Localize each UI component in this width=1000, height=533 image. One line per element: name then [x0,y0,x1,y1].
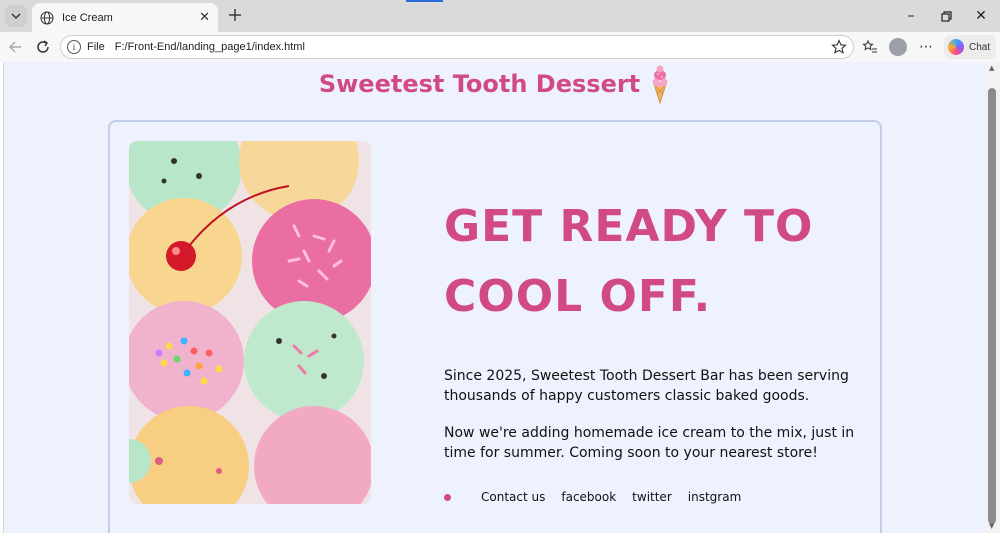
ice-cream-cone-icon [652,65,668,104]
profile-button[interactable] [888,37,908,57]
copilot-label: Chat [969,41,991,53]
footer-links: Contact us facebook twitter instgram [444,490,757,504]
contact-us-link[interactable]: Contact us [481,490,545,504]
address-url[interactable]: F:/Front-End/landing_page1/index.html [115,41,305,53]
headline-line-1: GET READY TO [444,201,814,252]
hero-card: GET READY TO COOL OFF. Since 2025, Sweet… [108,120,882,533]
globe-icon [40,11,54,24]
more-icon: ⋯ [919,39,933,55]
chevron-down-icon [11,13,21,19]
favorites-button[interactable] [860,37,880,57]
restore-button[interactable] [937,7,955,25]
address-bar[interactable]: i File F:/Front-End/landing_page1/index.… [60,35,854,59]
site-title: Sweetest Tooth Dessert [318,70,641,98]
reload-button[interactable] [34,38,52,56]
facebook-link[interactable]: facebook [561,490,616,504]
scrollbar-thumb[interactable] [988,88,996,524]
address-scheme: File [87,41,105,53]
browser-toolbar: i File F:/Front-End/landing_page1/index.… [0,32,1000,62]
copilot-chat-button[interactable]: Chat [944,35,996,59]
scroll-up-icon[interactable]: ▲ [989,64,994,72]
restore-icon [940,10,952,22]
twitter-link[interactable]: twitter [632,490,672,504]
more-button[interactable]: ⋯ [916,37,936,57]
star-icon[interactable] [831,39,847,55]
minimize-button[interactable]: – [902,7,920,25]
favorites-icon [862,39,877,53]
page-viewport: Sweetest Tooth Dessert GET READY TO COOL… [3,62,986,533]
tab-list-button[interactable] [5,5,27,27]
profile-icon [889,38,907,56]
close-tab-icon[interactable]: ✕ [199,10,210,25]
site-header: Sweetest Tooth Dessert [4,64,986,104]
intro-paragraph: Since 2025, Sweetest Tooth Dessert Bar h… [444,368,849,404]
instagram-link[interactable]: instgram [688,490,742,504]
ice-cream-photo [129,141,371,504]
info-icon[interactable]: i [67,40,81,54]
hero-headline: GET READY TO COOL OFF. [444,192,864,332]
active-tab[interactable]: Ice Cream ✕ [32,3,218,32]
back-arrow-icon [8,41,21,53]
announcement-paragraph: Now we're adding homemade ice cream to t… [444,425,855,461]
ice-cream-scoops-image [129,141,371,504]
bullet-icon [444,493,451,501]
scroll-down-icon[interactable]: ▼ [989,522,994,530]
tab-title: Ice Cream [62,11,113,24]
back-button[interactable] [6,38,24,56]
headline-line-2: COOL OFF. [444,271,712,322]
copilot-icon [948,39,964,55]
close-window-button[interactable]: ✕ [972,7,990,25]
tab-bar: Ice Cream ✕ – ✕ [0,0,1000,32]
new-tab-icon[interactable] [226,6,244,24]
reload-icon [37,40,49,53]
vertical-scrollbar[interactable]: ▲ ▼ [986,62,1000,533]
tab-drag-indicator [406,0,443,2]
